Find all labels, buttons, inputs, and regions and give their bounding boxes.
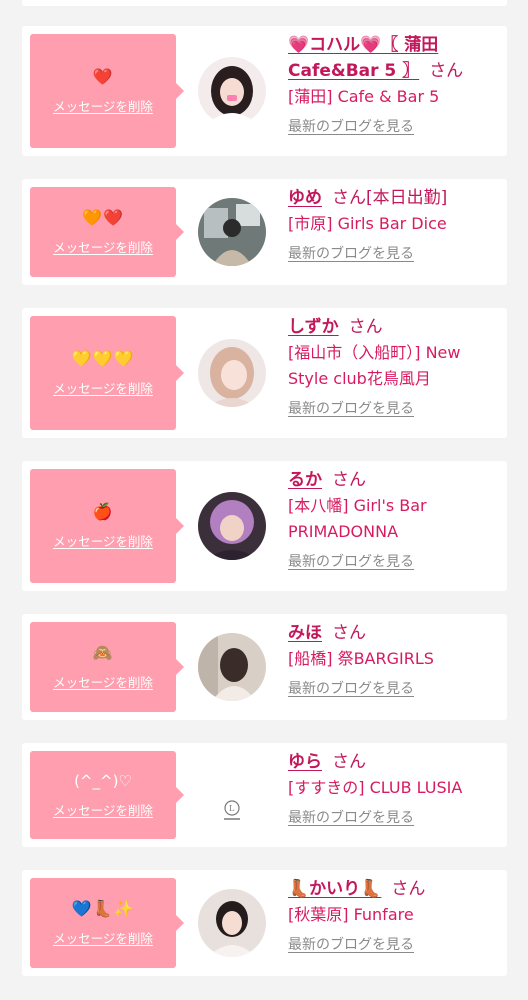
message-text: (^_^)♡ bbox=[74, 772, 132, 790]
cast-name-line: しずか さん bbox=[288, 314, 500, 340]
honorific: さん bbox=[348, 317, 383, 337]
message-bubble: (^_^)♡ メッセージを削除 bbox=[30, 751, 184, 839]
message-card: 🙈 メッセージを削除 みほ さん [船橋] 祭BARGIRLS 最新のブログを見る bbox=[22, 614, 507, 720]
svg-text:L: L bbox=[229, 804, 235, 813]
message-bubble: 💙👢✨ メッセージを削除 bbox=[30, 878, 184, 968]
delete-message-link[interactable]: メッセージを削除 bbox=[53, 800, 153, 819]
message-text: 💙👢✨ bbox=[71, 899, 135, 918]
cast-name-link[interactable]: ゆら bbox=[288, 752, 322, 772]
message-bubble: 🍎 メッセージを削除 bbox=[30, 469, 184, 583]
work-status: [本日出勤] bbox=[366, 188, 448, 208]
honorific: さん bbox=[332, 623, 366, 643]
cast-name-link[interactable]: しずか bbox=[288, 317, 339, 337]
cast-avatar[interactable] bbox=[198, 889, 266, 957]
cast-info: ゆめ さん[本日出勤] [市原] Girls Bar Dice 最新のブログを見る bbox=[288, 185, 500, 263]
delete-message-link[interactable]: メッセージを削除 bbox=[53, 378, 153, 397]
latest-blog-link[interactable]: 最新のブログを見る bbox=[288, 934, 414, 954]
cast-info: 👢かいり👢 さん [秋葉原] Funfare 最新のブログを見る bbox=[288, 876, 500, 954]
shop-name: [秋葉原] Funfare bbox=[288, 905, 414, 924]
message-text: 🧡❤️ bbox=[82, 208, 124, 227]
cast-name-line: みほ さん bbox=[288, 620, 500, 646]
cast-avatar[interactable] bbox=[198, 339, 266, 407]
cast-info: ゆら さん [すすきの] CLUB LUSIA 最新のブログを見る bbox=[288, 749, 500, 827]
message-card: 🍎 メッセージを削除 るか さん [本八幡] Girl's Bar PRIMADO… bbox=[22, 461, 507, 591]
latest-blog-link[interactable]: 最新のブログを見る bbox=[288, 678, 414, 698]
delete-message-link[interactable]: メッセージを削除 bbox=[53, 531, 153, 550]
cast-avatar[interactable] bbox=[198, 492, 266, 560]
shop-name: [福山市（入船町）] New Style club花鳥風月 bbox=[288, 343, 461, 388]
message-text: 💛💛💛 bbox=[71, 349, 135, 368]
cast-name-line: るか さん bbox=[288, 467, 500, 493]
delete-message-link[interactable]: メッセージを削除 bbox=[53, 237, 153, 256]
message-card: 💛💛💛 メッセージを削除 しずか さん [福山市（入船町）] New Style … bbox=[22, 308, 507, 438]
honorific: さん bbox=[429, 61, 464, 81]
shop-name: [市原] Girls Bar Dice bbox=[288, 214, 447, 233]
message-text: 🍎 bbox=[92, 502, 114, 521]
message-card: ❤️ メッセージを削除 💗コハル💗〖 蒲田Cafe&Bar 5 〗さん [蒲田]… bbox=[22, 26, 507, 156]
message-bubble: ❤️ メッセージを削除 bbox=[30, 34, 184, 148]
cast-name-link[interactable]: ゆめ bbox=[288, 188, 322, 208]
latest-blog-link[interactable]: 最新のブログを見る bbox=[288, 116, 414, 136]
shop-name: [本八幡] Girl's Bar PRIMADONNA bbox=[288, 496, 427, 541]
cast-name-line: ゆら さん bbox=[288, 749, 500, 775]
cast-info: るか さん [本八幡] Girl's Bar PRIMADONNA 最新のブログを… bbox=[288, 467, 500, 571]
message-card: (^_^)♡ メッセージを削除 L ゆら さん [すすきの] CLUB LUSIA… bbox=[22, 743, 507, 847]
cast-avatar[interactable]: L bbox=[198, 761, 266, 829]
cast-avatar[interactable] bbox=[198, 633, 266, 701]
latest-blog-link[interactable]: 最新のブログを見る bbox=[288, 551, 414, 571]
message-card: 💙👢✨ メッセージを削除 👢かいり👢 さん [秋葉原] Funfare 最新のブロ… bbox=[22, 870, 507, 976]
cast-name-link[interactable]: 💗コハル💗〖 蒲田Cafe&Bar 5 〗 bbox=[288, 35, 438, 81]
cast-name-line: ゆめ さん[本日出勤] bbox=[288, 185, 500, 211]
cast-name-link[interactable]: 👢かいり👢 bbox=[288, 879, 381, 899]
shop-name: [すすきの] CLUB LUSIA bbox=[288, 778, 463, 797]
shop-name: [蒲田] Cafe & Bar 5 bbox=[288, 87, 440, 106]
latest-blog-link[interactable]: 最新のブログを見る bbox=[288, 398, 414, 418]
message-bubble: 💛💛💛 メッセージを削除 bbox=[30, 316, 184, 430]
cast-name-link[interactable]: るか bbox=[288, 470, 322, 490]
cast-info: しずか さん [福山市（入船町）] New Style club花鳥風月 最新のブ… bbox=[288, 314, 500, 418]
latest-blog-link[interactable]: 最新のブログを見る bbox=[288, 807, 414, 827]
cast-name-link[interactable]: みほ bbox=[288, 623, 322, 643]
message-bubble: 🧡❤️ メッセージを削除 bbox=[30, 187, 184, 277]
message-bubble: 🙈 メッセージを削除 bbox=[30, 622, 184, 712]
cast-name-line: 👢かいり👢 さん bbox=[288, 876, 500, 902]
cast-avatar[interactable] bbox=[198, 57, 266, 125]
honorific: さん bbox=[332, 188, 366, 208]
honorific: さん bbox=[332, 752, 366, 772]
cast-avatar[interactable] bbox=[198, 198, 266, 266]
cast-info: みほ さん [船橋] 祭BARGIRLS 最新のブログを見る bbox=[288, 620, 500, 698]
delete-message-link[interactable]: メッセージを削除 bbox=[53, 672, 153, 691]
cast-info: 💗コハル💗〖 蒲田Cafe&Bar 5 〗さん [蒲田] Cafe & Bar … bbox=[288, 32, 500, 136]
message-text: ❤️ bbox=[92, 67, 114, 86]
message-card: 🧡❤️ メッセージを削除 ゆめ さん[本日出勤] [市原] Girls Bar D… bbox=[22, 179, 507, 285]
latest-blog-link[interactable]: 最新のブログを見る bbox=[288, 243, 414, 263]
delete-message-link[interactable]: メッセージを削除 bbox=[53, 96, 153, 115]
message-text: 🙈 bbox=[92, 643, 114, 662]
previous-card-edge bbox=[22, 0, 507, 6]
honorific: さん bbox=[391, 879, 426, 899]
cast-name-line: 💗コハル💗〖 蒲田Cafe&Bar 5 〗さん bbox=[288, 32, 500, 84]
delete-message-link[interactable]: メッセージを削除 bbox=[53, 928, 153, 947]
shop-name: [船橋] 祭BARGIRLS bbox=[288, 649, 434, 668]
honorific: さん bbox=[332, 470, 366, 490]
